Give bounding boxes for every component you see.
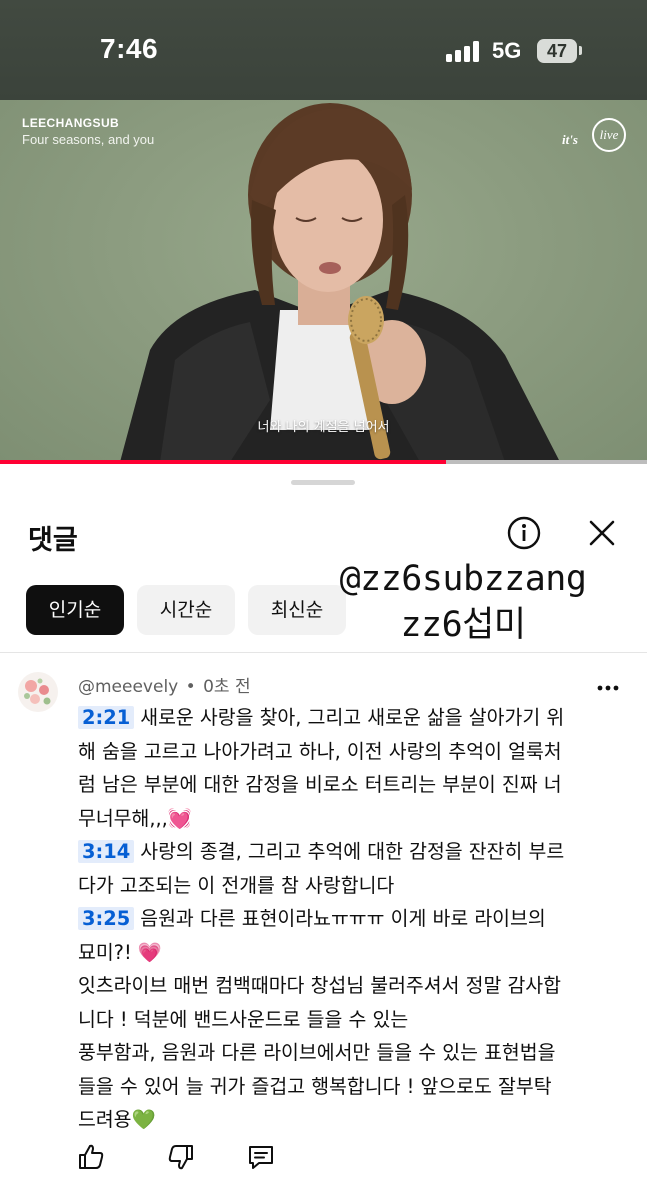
status-bar: 7:46 5G 47 bbox=[0, 0, 647, 100]
comment-line: 다가 고조되는 이 전개를 참 사랑합니다 bbox=[78, 873, 395, 897]
comment-line: 잇츠라이브 매번 컴백때마다 창섭님 불러주셔서 정말 감사합 bbox=[78, 974, 561, 997]
comments-sheet: 댓글 인기순 시간순 최신순 @zz6subzzang zz6섭미 @meeev… bbox=[0, 466, 647, 1199]
comments-title: 댓글 bbox=[28, 525, 78, 556]
status-time: 7:46 bbox=[100, 33, 159, 64]
comment-line: 새로운 사랑을 찾아, 그리고 새로운 삶을 살아가기 위 bbox=[140, 706, 565, 729]
timestamp-link[interactable]: 3:25 bbox=[78, 907, 135, 930]
video-progress-fill bbox=[0, 460, 447, 464]
reply-icon[interactable] bbox=[246, 1142, 276, 1172]
comment-line: 럼 남은 부분에 대한 감정을 비로소 터트리는 부분이 진짜 너 bbox=[78, 773, 562, 796]
more-options-icon[interactable] bbox=[596, 680, 620, 696]
meta-separator: • bbox=[185, 677, 196, 697]
comment-time: 0초 전 bbox=[203, 677, 251, 697]
comment-line: 사랑의 종결, 그리고 추억에 대한 감정을 잔잔히 부르 bbox=[140, 840, 565, 863]
thumbs-up-icon[interactable] bbox=[76, 1142, 106, 1172]
timestamp-link[interactable]: 3:14 bbox=[78, 840, 135, 863]
battery-nub bbox=[579, 46, 582, 55]
video-song-title: Four seasons, and you bbox=[22, 132, 155, 147]
sort-chip-popular[interactable]: 인기순 bbox=[26, 585, 124, 635]
avatar[interactable] bbox=[18, 672, 58, 712]
video-subtitle-caption: 너와 나의 계절을 넘어서 bbox=[257, 420, 390, 435]
comment-line: 들을 수 있어 늘 귀가 즐겁고 행복합니다 ! 앞으로도 잘부탁 bbox=[78, 1074, 552, 1098]
comment-line: 드려용 bbox=[78, 1108, 132, 1131]
battery-icon: 47 bbox=[537, 39, 577, 63]
video-progress-bar[interactable] bbox=[0, 460, 647, 464]
signal-icon bbox=[446, 40, 480, 62]
info-icon[interactable] bbox=[506, 515, 542, 551]
network-label: 5G bbox=[492, 38, 522, 63]
timestamp-link[interactable]: 2:21 bbox=[78, 706, 135, 729]
comment-line: 무너무해,,, bbox=[78, 806, 168, 830]
watermark-line-2: zz6섭미 bbox=[400, 605, 526, 645]
close-icon[interactable] bbox=[584, 515, 620, 551]
pink-heart-emoji: 💓 bbox=[167, 806, 193, 830]
video-player[interactable]: LEECHANGSUB Four seasons, and you it's l… bbox=[0, 100, 647, 462]
watermark-line-1: @zz6subzzang bbox=[339, 559, 587, 599]
channel-logo: it's live bbox=[560, 118, 626, 158]
comment-meta: @meeevely • 0초 전 bbox=[78, 672, 251, 697]
performer-figure bbox=[120, 103, 560, 462]
pink-heart-emoji: 💗 bbox=[137, 940, 163, 964]
comment-author[interactable]: @meeevely bbox=[78, 677, 178, 697]
green-heart-emoji: 💚 bbox=[131, 1108, 156, 1131]
comment-line: 니다 ! 덕분에 밴드사운드로 들을 수 있는 bbox=[78, 1007, 409, 1031]
thumbs-down-icon[interactable] bbox=[166, 1142, 196, 1172]
comment-line: 해 숨을 고르고 나아가려고 하나, 이전 사랑의 추억이 얼룩처 bbox=[78, 739, 562, 763]
drag-handle[interactable] bbox=[291, 480, 355, 485]
sort-chip-time[interactable]: 시간순 bbox=[137, 585, 235, 635]
divider bbox=[0, 652, 647, 653]
video-artist: LEECHANGSUB bbox=[22, 116, 120, 130]
comment-line: 음원과 다른 표현이라뇨ㅠㅠㅠ 이게 바로 라이브의 bbox=[140, 907, 546, 930]
logo-text-its: it's bbox=[562, 132, 578, 147]
logo-text-live: live bbox=[592, 118, 626, 152]
watermark: @zz6subzzang zz6섭미 bbox=[298, 556, 628, 648]
comment-text: 2:21 새로운 사랑을 찾아, 그리고 새로운 삶을 살아가기 위 해 숨을 고… bbox=[78, 701, 623, 1137]
comment-line: 묘미?! bbox=[78, 940, 132, 964]
comment-line: 풍부함과, 음원과 다른 라이브에서만 들을 수 있는 표현법을 bbox=[78, 1041, 556, 1064]
